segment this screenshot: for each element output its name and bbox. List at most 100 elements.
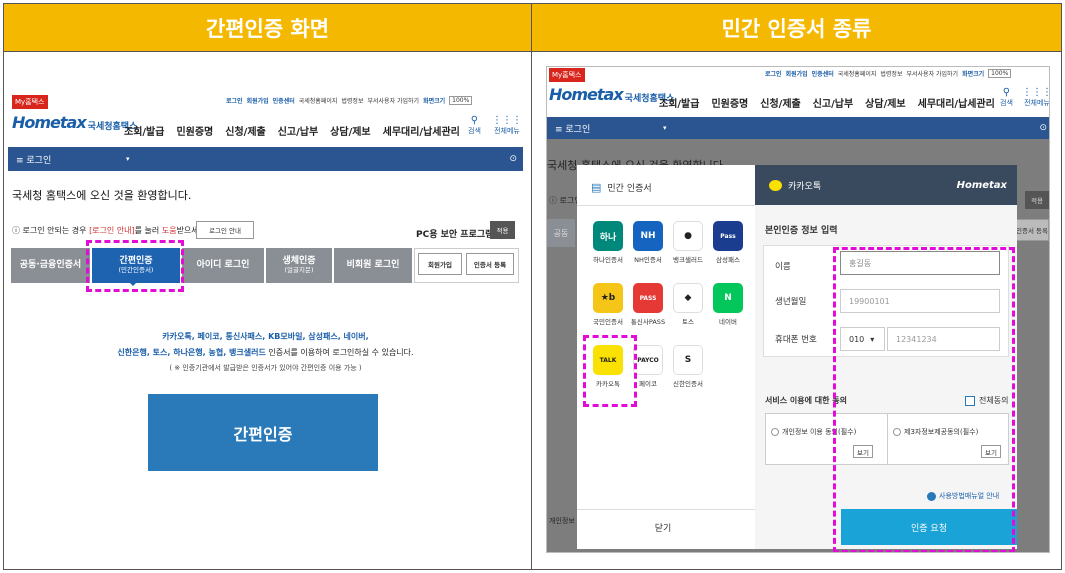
cert-app-label: 네이버 (719, 318, 737, 326)
pass-icon: PASS (639, 294, 657, 302)
zoom-value[interactable]: 100% (988, 69, 1012, 78)
notice-prefix: 로그인 안되는 경우 (22, 226, 87, 235)
cert-app-kb[interactable]: ★b (593, 283, 623, 313)
cert-app-banksalad[interactable]: ● (673, 221, 703, 251)
banksalad-icon: ● (684, 231, 692, 241)
tab-label: 아이디 로그인 (196, 260, 250, 271)
nav-item[interactable]: 민원증명 (711, 95, 748, 110)
welcome-text: 국세청 홈택스에 오신 것을 환영합니다. (12, 189, 192, 202)
right-screenshot: My홈택스 로그인 회원가입 인증센터 국세청홈페이지 법령정보 부서사용자 가… (546, 66, 1050, 553)
nav-item[interactable]: 민원증명 (176, 123, 213, 138)
circle-chevron-icon[interactable]: ⊙ (1039, 123, 1047, 133)
top-link-login[interactable]: 로그인 (226, 96, 243, 105)
radio-icon (771, 428, 779, 436)
top-link-signup[interactable]: 회원가입 (786, 69, 808, 78)
supported-certs-suffix: 인증서를 이용하여 로그인하실 수 있습니다. (265, 348, 414, 357)
top-link-cert-center[interactable]: 인증센터 (273, 96, 295, 105)
top-links: 로그인 회원가입 인증센터 국세청홈페이지 법령정보 부서사용자 가입하기 화면… (226, 96, 473, 105)
top-link-law[interactable]: 법령정보 (341, 96, 363, 105)
apply-button[interactable]: 적용 (490, 221, 515, 239)
search-label: 검색 (1000, 99, 1013, 107)
search-button[interactable]: ⚲ 검색 (468, 115, 481, 136)
nav-item[interactable]: 상담/제보 (865, 95, 905, 110)
left-screenshot: My홈택스 로그인 회원가입 인증센터 국세청홈페이지 법령정보 부서사용자 가… (8, 93, 523, 558)
id-card-icon: ▤ (591, 181, 602, 194)
cert-register-button[interactable]: 인증서 등록 (466, 253, 514, 275)
top-link-dept[interactable]: 부서사용자 가입하기 (367, 96, 419, 105)
cert-app-naver[interactable]: N (713, 283, 743, 313)
chevron-down-icon[interactable]: ▾ (663, 124, 667, 132)
hometax-logo[interactable]: Hometax 국세청홈택스 (549, 85, 674, 104)
bg-tab-partial: 공동 (547, 219, 575, 247)
my-hometax-badge[interactable]: My홈택스 (12, 95, 48, 109)
tab-biometric[interactable]: 생체인증 (얼굴지문) (266, 248, 332, 283)
cert-app-payco[interactable]: PAYCO (633, 345, 663, 375)
login-bar: ≡ 로그인 ▾ ⊙ (8, 147, 523, 171)
shinhan-icon: S (684, 355, 692, 365)
cert-app-toss[interactable]: ◆ (673, 283, 703, 313)
all-menu-label: 전체메뉴 (1024, 99, 1050, 107)
cert-app-samsungpass[interactable]: Pass (713, 221, 743, 251)
zoom-value[interactable]: 100% (449, 96, 473, 105)
tab-sublabel: (얼굴지문) (284, 266, 314, 274)
hana-icon: 하나 (599, 232, 617, 243)
supported-certs-names: 신한은행, 토스, 하나은행, 농협, 뱅크샐러드 (117, 348, 266, 357)
all-menu-button[interactable]: ⋮⋮⋮ 전체메뉴 (492, 115, 522, 136)
bg-apply-button: 적용 (1025, 191, 1049, 209)
panel-divider (531, 3, 532, 570)
search-button[interactable]: ⚲ 검색 (1000, 87, 1013, 108)
highlight-kakao (583, 335, 637, 407)
login-notice: ⓘ 로그인 안되는 경우 [로그인 안내]를 눌러 도움받으세요. (12, 225, 209, 236)
login-bar-title: ≡ 로그인 (16, 155, 52, 166)
top-link-dept[interactable]: 부서사용자 가입하기 (906, 69, 958, 78)
top-link-law[interactable]: 법령정보 (880, 69, 902, 78)
chevron-down-icon[interactable]: ▾ (126, 155, 130, 163)
nav-item[interactable]: 신청/제출 (225, 123, 265, 138)
cert-app-shinhan[interactable]: S (673, 345, 703, 375)
close-button[interactable]: 닫기 (577, 509, 749, 545)
cert-app-pass[interactable]: PASS (633, 283, 663, 313)
all-menu-button[interactable]: ⋮⋮⋮ 전체메뉴 (1022, 87, 1050, 108)
tab-joint-financial-cert[interactable]: 공동·금융인증서 (11, 248, 90, 283)
nav-item[interactable]: 조회/발급 (659, 95, 699, 110)
tab-id-login[interactable]: 아이디 로그인 (182, 248, 264, 283)
hometax-logo[interactable]: Hometax 국세청홈택스 (12, 113, 137, 132)
top-link-cert-center[interactable]: 인증센터 (812, 69, 834, 78)
kakao-chat-icon (769, 179, 782, 191)
payco-icon: PAYCO (637, 356, 659, 364)
simple-auth-button[interactable]: 간편인증 (148, 394, 378, 471)
left-panel-header: 간편인증 화면 (4, 4, 531, 52)
nav-item[interactable]: 세무대리/납세관리 (918, 95, 995, 110)
login-guide-link[interactable]: [로그인 안내] (89, 226, 135, 235)
top-links: 로그인 회원가입 인증센터 국세청홈페이지 법령정보 부서사용자 가입하기 화면… (765, 69, 1012, 78)
login-guide-button[interactable]: 로그인 안내 (196, 221, 254, 239)
top-link-signup[interactable]: 회원가입 (247, 96, 269, 105)
naver-icon: N (724, 293, 732, 303)
nav-item[interactable]: 조회/발급 (124, 123, 164, 138)
main-nav: 조회/발급 민원증명 신청/제출 신고/납부 상담/제보 세무대리/납세관리 (124, 123, 460, 138)
nav-item[interactable]: 신고/납부 (278, 123, 318, 138)
top-link-login[interactable]: 로그인 (765, 69, 782, 78)
my-hometax-badge[interactable]: My홈택스 (549, 68, 585, 82)
nav-item[interactable]: 세무대리/납세관리 (383, 123, 460, 138)
cert-app-nh[interactable]: NH (633, 221, 663, 251)
tab-label: 공동·금융인증서 (19, 260, 82, 271)
kakao-title: 카카오톡 (788, 181, 822, 192)
nav-item[interactable]: 신청/제출 (760, 95, 800, 110)
nav-item[interactable]: 상담/제보 (330, 123, 370, 138)
tab-guest-login[interactable]: 비회원 로그인 (334, 248, 412, 283)
kb-icon: ★b (600, 293, 616, 303)
cert-list-header: ▤ 민간 인증서 (591, 181, 652, 194)
top-link-nts[interactable]: 국세청홈페이지 (838, 69, 877, 78)
circle-chevron-icon[interactable]: ⊙ (509, 154, 517, 164)
cert-app-label: 삼성패스 (716, 256, 740, 264)
help-link[interactable]: 도움 (162, 226, 177, 235)
signup-button[interactable]: 회원가입 (418, 253, 462, 275)
nav-item[interactable]: 신고/납부 (813, 95, 853, 110)
logo-text: Hometax (549, 85, 624, 104)
grid-icon: ⋮⋮⋮ (1022, 87, 1050, 98)
cert-app-hana[interactable]: 하나 (593, 221, 623, 251)
name-label: 이름 (775, 262, 791, 272)
hometax-modal-logo: Hometax (956, 179, 1007, 191)
top-link-nts[interactable]: 국세청홈페이지 (299, 96, 338, 105)
